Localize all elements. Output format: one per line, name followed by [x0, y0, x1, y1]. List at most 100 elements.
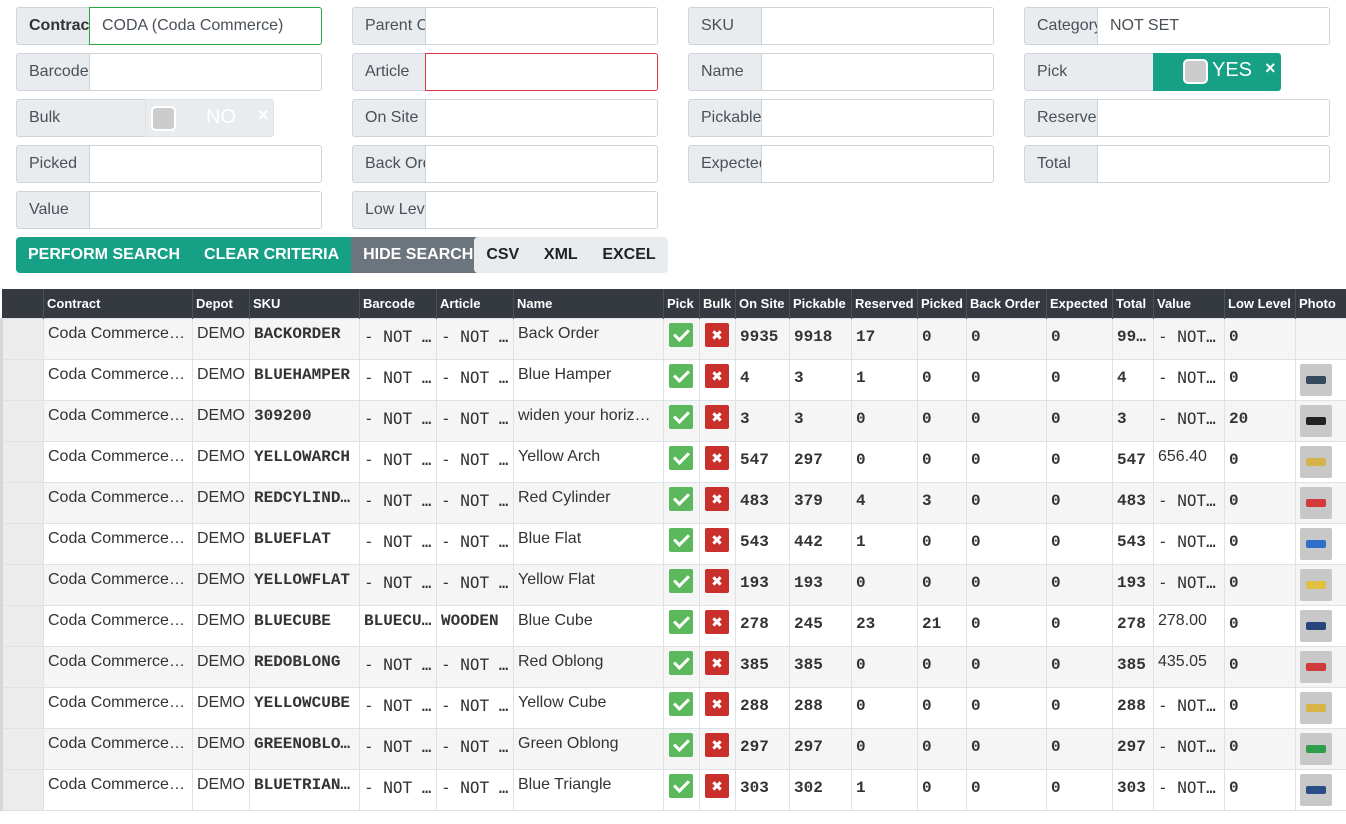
on-site-input[interactable]	[425, 99, 658, 137]
check-icon	[669, 732, 693, 757]
product-thumbnail[interactable]	[1300, 527, 1332, 560]
back-order-input[interactable]	[425, 145, 658, 183]
column-header-reserved[interactable]: Reserved	[851, 289, 918, 318]
column-header-expected[interactable]: Expected	[1046, 289, 1113, 318]
cell-total: 385	[1112, 645, 1154, 688]
row-select-cell[interactable]	[0, 604, 44, 647]
column-header-contract[interactable]: Contract	[43, 289, 193, 318]
row-select-cell[interactable]	[0, 317, 44, 360]
table-row[interactable]: Coda Commerce (CODA)DEMOGREENOBLONG- NOT…	[0, 727, 1346, 770]
pickable-input[interactable]	[761, 99, 994, 137]
barcode-input[interactable]	[89, 53, 322, 91]
column-header-name[interactable]: Name	[513, 289, 664, 318]
value-input[interactable]	[89, 191, 322, 229]
table-row[interactable]: Coda Commerce (CODA)DEMOYELLOWARCH- NOT …	[0, 440, 1346, 483]
table-row[interactable]: Coda Commerce (CODA)DEMOYELLOWFLAT- NOT …	[0, 563, 1346, 606]
product-thumbnail-shape	[1306, 662, 1326, 671]
table-row[interactable]: Coda Commerce (CODA)DEMOBACKORDER- NOT S…	[0, 317, 1346, 360]
cell-picked: 0	[917, 399, 967, 442]
cell-total: 543	[1112, 522, 1154, 565]
hide-search-button[interactable]: HIDE SEARCH	[351, 237, 486, 273]
value-field: Value	[16, 191, 322, 229]
bulk-clear-icon[interactable]: ×	[258, 105, 269, 126]
table-row[interactable]: Coda Commerce (CODA)DEMOREDCYLINDER- NOT…	[0, 481, 1346, 524]
column-header-depot[interactable]: Depot	[192, 289, 250, 318]
clear-criteria-button[interactable]: CLEAR CRITERIA	[192, 237, 352, 273]
cell-pick	[663, 358, 700, 401]
table-row[interactable]: Coda Commerce (CODA)DEMOBLUEFLAT- NOT SE…	[0, 522, 1346, 565]
row-select-cell[interactable]	[0, 440, 44, 483]
column-header-back-order[interactable]: Back Order	[966, 289, 1047, 318]
category-select[interactable]	[1097, 7, 1330, 45]
name-input[interactable]	[761, 53, 994, 91]
cell-sku: YELLOWCUBE	[249, 686, 360, 729]
product-thumbnail[interactable]	[1300, 445, 1332, 478]
table-row[interactable]: Coda Commerce (CODA)DEMOBLUECUBEBLUECUBE…	[0, 604, 1346, 647]
total-input[interactable]	[1097, 145, 1330, 183]
parent-contract-input[interactable]	[425, 7, 658, 45]
perform-search-button[interactable]: PERFORM SEARCH	[16, 237, 193, 273]
table-row[interactable]: Coda Commerce (CODA)DEMOYELLOWCUBE- NOT …	[0, 686, 1346, 729]
cell-on-site: 278	[735, 604, 790, 647]
cell-reserved: 1	[851, 522, 918, 565]
table-row[interactable]: Coda Commerce (CODA)DEMOREDOBLONG- NOT S…	[0, 645, 1346, 688]
product-thumbnail-shape	[1306, 785, 1326, 794]
cell-pickable: 3	[789, 399, 852, 442]
low-level-input[interactable]	[425, 191, 658, 229]
table-row[interactable]: Coda Commerce (CODA)DEMOBLUEHAMPER- NOT …	[0, 358, 1346, 401]
picked-input[interactable]	[89, 145, 322, 183]
row-select-cell[interactable]	[0, 358, 44, 401]
column-header-article[interactable]: Article	[436, 289, 514, 318]
product-thumbnail-shape	[1306, 744, 1326, 753]
product-thumbnail[interactable]	[1300, 732, 1332, 765]
row-select-cell[interactable]	[0, 686, 44, 729]
csv-export-button[interactable]: CSV	[486, 246, 519, 264]
product-thumbnail[interactable]	[1300, 650, 1332, 683]
product-thumbnail[interactable]	[1300, 404, 1332, 437]
row-select-cell[interactable]	[0, 399, 44, 442]
product-thumbnail[interactable]	[1300, 363, 1332, 396]
row-select-cell[interactable]	[0, 768, 44, 811]
bulk-toggle[interactable]: NO ×	[145, 99, 274, 137]
reserved-label: Reserved	[1024, 99, 1097, 137]
check-icon	[669, 609, 693, 634]
row-select-cell[interactable]	[0, 481, 44, 524]
check-icon	[669, 486, 693, 511]
column-header-sku[interactable]: SKU	[249, 289, 360, 318]
column-header-barcode[interactable]: Barcode	[359, 289, 437, 318]
row-select-cell[interactable]	[0, 522, 44, 565]
table-row[interactable]: Coda Commerce (CODA)DEMO309200- NOT SET …	[0, 399, 1346, 442]
xml-export-button[interactable]: XML	[544, 246, 578, 264]
expected-input[interactable]	[761, 145, 994, 183]
column-header-on-site[interactable]: On Site	[735, 289, 790, 318]
excel-export-button[interactable]: EXCEL	[602, 246, 655, 264]
product-thumbnail[interactable]	[1300, 773, 1332, 806]
row-select-cell[interactable]	[0, 645, 44, 688]
row-select-cell[interactable]	[0, 563, 44, 606]
column-header-low-level[interactable]: Low Level	[1224, 289, 1296, 318]
product-thumbnail[interactable]	[1300, 691, 1332, 724]
column-header-value[interactable]: Value	[1153, 289, 1225, 318]
product-thumbnail[interactable]	[1300, 486, 1332, 519]
product-thumbnail[interactable]	[1300, 568, 1332, 601]
product-thumbnail[interactable]	[1300, 609, 1332, 642]
row-select-cell[interactable]	[0, 727, 44, 770]
pick-toggle[interactable]: YES ×	[1153, 53, 1281, 91]
contract-input[interactable]	[89, 7, 322, 45]
sku-input[interactable]	[761, 7, 994, 45]
column-header-picked[interactable]: Picked	[917, 289, 967, 318]
column-header-total[interactable]: Total	[1112, 289, 1154, 318]
cell-value: - NOT SET -	[1153, 768, 1225, 811]
column-header-pickable[interactable]: Pickable	[789, 289, 852, 318]
pick-clear-icon[interactable]: ×	[1265, 58, 1276, 79]
article-input[interactable]	[425, 53, 658, 91]
cell-picked: 0	[917, 358, 967, 401]
reserved-input[interactable]	[1097, 99, 1330, 137]
column-header-photo[interactable]: Photo	[1295, 289, 1346, 318]
table-row[interactable]: Coda Commerce (CODA)DEMOBLUETRIANGLE- NO…	[0, 768, 1346, 811]
column-header-pick[interactable]: Pick	[663, 289, 700, 318]
parent-contract-label: Parent Contract	[352, 7, 425, 45]
contract-field: Contract	[16, 7, 322, 45]
cross-icon: ✖	[705, 732, 729, 757]
column-header-bulk[interactable]: Bulk	[699, 289, 736, 318]
